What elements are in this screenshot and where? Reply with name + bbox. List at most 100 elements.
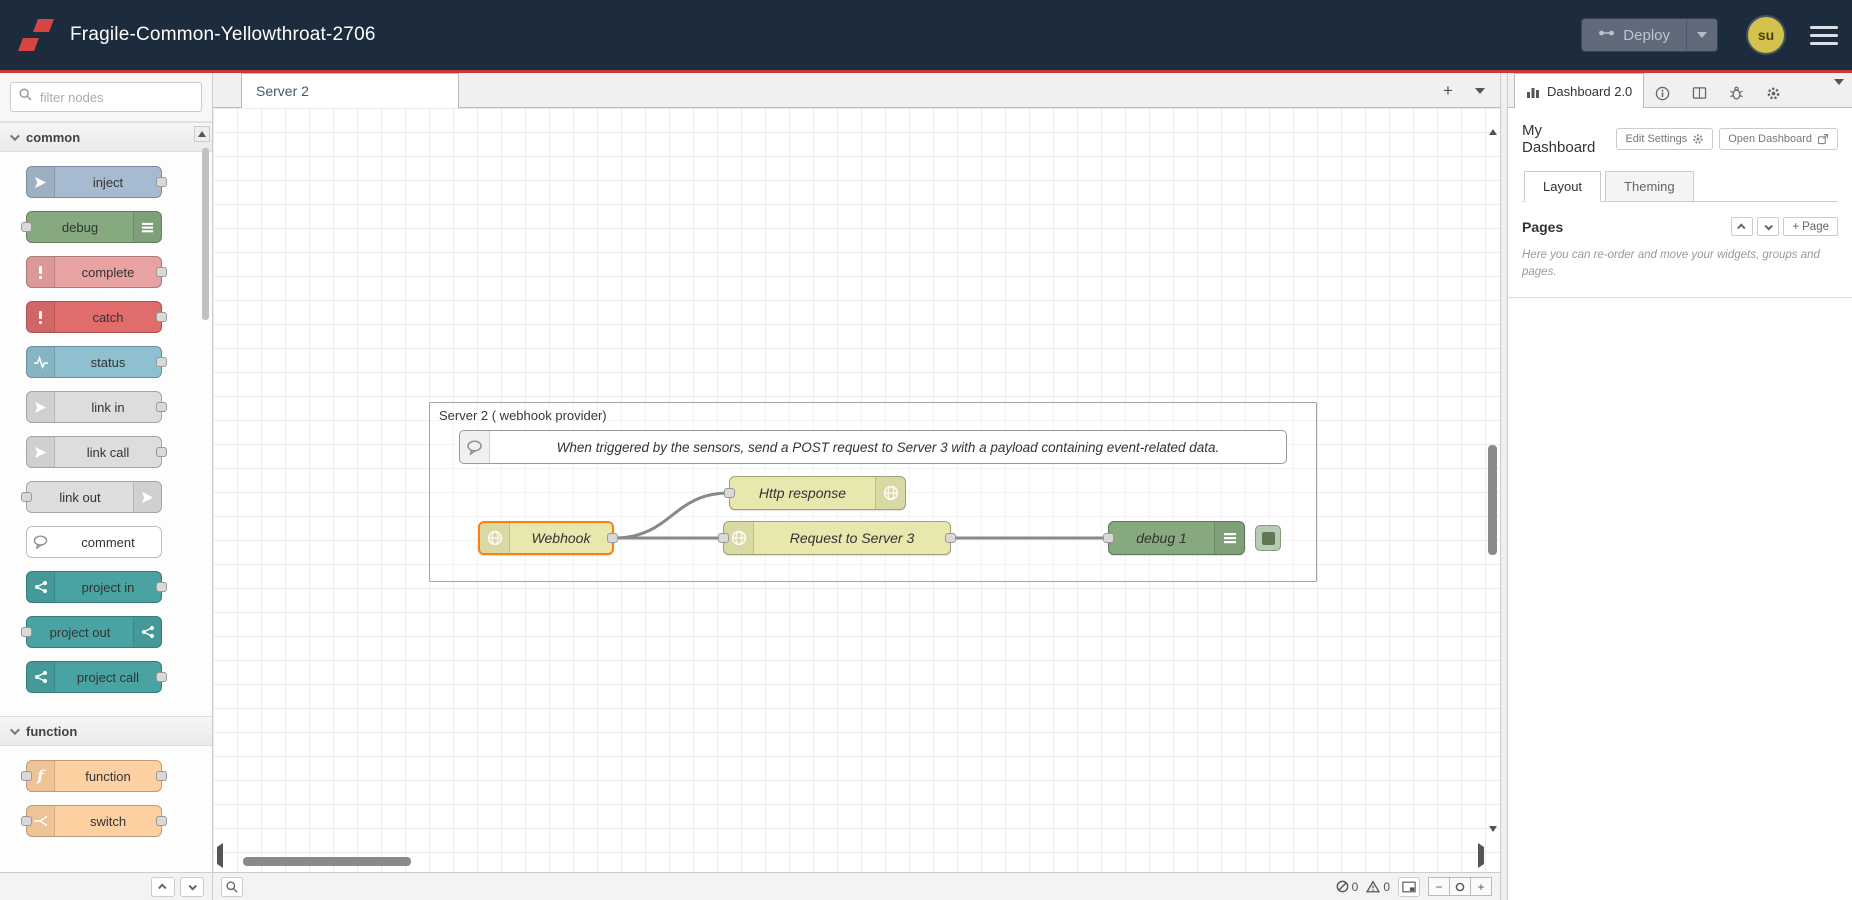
workspace-tab-server-2[interactable]: Server 2: [241, 73, 459, 108]
node-red-app: Fragile-Common-Yellowthroat-2706 Deploy …: [0, 0, 1852, 900]
palette-node-inject[interactable]: inject: [26, 166, 162, 198]
palette-node-project-in[interactable]: project in: [26, 571, 162, 603]
triangle-down-icon: [1489, 826, 1497, 849]
palette-node-link-in[interactable]: link in: [26, 391, 162, 423]
palette-search-input[interactable]: [38, 89, 218, 106]
palette-node-debug[interactable]: debug: [26, 211, 162, 243]
speech-bubble-icon: [27, 527, 55, 557]
error-count[interactable]: 0: [1336, 880, 1359, 894]
node-label: Http response: [730, 485, 875, 501]
palette-scrollbar[interactable]: [202, 148, 209, 320]
move-page-up-button[interactable]: [1731, 217, 1753, 236]
node-label: Webhook: [510, 530, 612, 546]
scroll-left-button[interactable]: [217, 847, 223, 865]
navigator-toggle-button[interactable]: [1398, 877, 1420, 897]
flow-canvas[interactable]: Server 2 ( webhook provider) When trigge…: [213, 108, 1500, 872]
palette-category-common[interactable]: common: [0, 122, 212, 152]
sidebar: Dashboard 2.0 My Dashboard: [1508, 73, 1852, 900]
comment-node[interactable]: When triggered by the sensors, send a PO…: [459, 430, 1287, 464]
warning-count[interactable]: 0: [1366, 880, 1390, 894]
palette-node-link-call[interactable]: link call: [26, 436, 162, 468]
palette-node-label: inject: [55, 175, 161, 190]
palette-node-link-out[interactable]: link out: [26, 481, 162, 513]
palette-search[interactable]: [10, 82, 202, 112]
deploy-button[interactable]: Deploy: [1581, 18, 1718, 52]
open-dashboard-button[interactable]: Open Dashboard: [1719, 128, 1838, 150]
flow-list-button[interactable]: [1466, 78, 1494, 104]
input-port[interactable]: [718, 533, 729, 543]
globe-icon: [875, 477, 905, 509]
sidebar-divider: [1508, 297, 1852, 298]
vertical-scrollbar[interactable]: [1488, 445, 1497, 555]
dashboard-panel: My Dashboard Edit Settings Open Dashboar…: [1508, 108, 1852, 900]
output-port[interactable]: [607, 533, 618, 543]
workspace-tab-label: Server 2: [256, 83, 309, 99]
chevron-down-icon: [10, 131, 20, 141]
horizontal-scrollbar[interactable]: [243, 857, 411, 866]
zoom-reset-button[interactable]: [1449, 877, 1471, 896]
sidebar-tab-help[interactable]: [1681, 79, 1718, 107]
category-label: common: [26, 130, 80, 145]
palette-node-label: link in: [55, 400, 161, 415]
node-webhook[interactable]: Webhook: [478, 521, 614, 555]
sidebar-tabbar: Dashboard 2.0: [1508, 73, 1852, 108]
node-request-to-server-3[interactable]: Request to Server 3: [723, 521, 951, 555]
deploy-label: Deploy: [1623, 27, 1670, 44]
sidebar-tab-debug[interactable]: [1718, 79, 1755, 107]
input-port[interactable]: [1103, 533, 1114, 543]
move-page-down-button[interactable]: [1757, 217, 1779, 236]
palette-node-complete[interactable]: complete: [26, 256, 162, 288]
palette-node-comment[interactable]: comment: [26, 526, 162, 558]
debug-toggle-button[interactable]: [1255, 525, 1281, 551]
palette-category-function[interactable]: function: [0, 716, 212, 746]
scroll-up-button[interactable]: [1489, 112, 1497, 130]
book-icon: [1692, 86, 1707, 100]
expand-all-button[interactable]: [180, 877, 204, 897]
sidebar-splitter[interactable]: [1500, 73, 1508, 900]
speech-bubble-icon: [460, 431, 490, 463]
search-flows-button[interactable]: [221, 877, 243, 897]
palette-node-switch[interactable]: switch: [26, 805, 162, 837]
deploy-menu-button[interactable]: [1687, 18, 1717, 52]
zoom-in-button[interactable]: +: [1470, 877, 1492, 896]
edit-settings-label: Edit Settings: [1625, 133, 1687, 145]
edit-settings-button[interactable]: Edit Settings: [1616, 128, 1713, 150]
scroll-right-button[interactable]: [1478, 847, 1484, 865]
output-port: [156, 771, 167, 781]
palette-node-label: comment: [55, 535, 161, 550]
palette-node-catch[interactable]: catch: [26, 301, 162, 333]
input-port[interactable]: [724, 488, 735, 498]
chevron-up-icon: [1737, 223, 1745, 231]
tab-theming[interactable]: Theming: [1605, 171, 1694, 202]
chevron-up-icon: [158, 883, 166, 891]
sidebar-tab-info[interactable]: [1644, 79, 1681, 107]
sidebar-tab-label: Dashboard 2.0: [1547, 84, 1632, 99]
main-menu-button[interactable]: [1810, 26, 1838, 45]
palette-node-status[interactable]: status: [26, 346, 162, 378]
palette-node-project-call[interactable]: project call: [26, 661, 162, 693]
zoom-out-button[interactable]: −: [1428, 877, 1450, 896]
palette-scroll-up-button[interactable]: [194, 126, 210, 142]
collapse-all-button[interactable]: [151, 877, 175, 897]
scroll-down-button[interactable]: [1489, 832, 1497, 850]
palette-node-label: function: [55, 769, 161, 784]
user-avatar[interactable]: su: [1748, 17, 1784, 53]
chevron-down-icon: [10, 725, 20, 735]
add-flow-button[interactable]: +: [1434, 78, 1462, 104]
sidebar-menu-button[interactable]: [1834, 85, 1844, 103]
sidebar-tab-config[interactable]: [1755, 79, 1792, 107]
header: Fragile-Common-Yellowthroat-2706 Deploy …: [0, 0, 1852, 70]
tab-layout[interactable]: Layout: [1524, 171, 1601, 202]
paper-plane-icon: [27, 167, 55, 197]
sidebar-tab-dashboard[interactable]: Dashboard 2.0: [1514, 73, 1644, 108]
palette-node-function[interactable]: f function: [26, 760, 162, 792]
node-http-response[interactable]: Http response: [729, 476, 906, 510]
palette-node-project-out[interactable]: project out: [26, 616, 162, 648]
output-port[interactable]: [945, 533, 956, 543]
search-icon: [226, 881, 238, 893]
add-page-button[interactable]: + Page: [1783, 217, 1838, 236]
error-count-value: 0: [1352, 880, 1359, 894]
deploy-main[interactable]: Deploy: [1582, 26, 1686, 44]
node-debug-1[interactable]: debug 1: [1108, 521, 1245, 555]
zoom-reset-icon: [1455, 882, 1465, 892]
